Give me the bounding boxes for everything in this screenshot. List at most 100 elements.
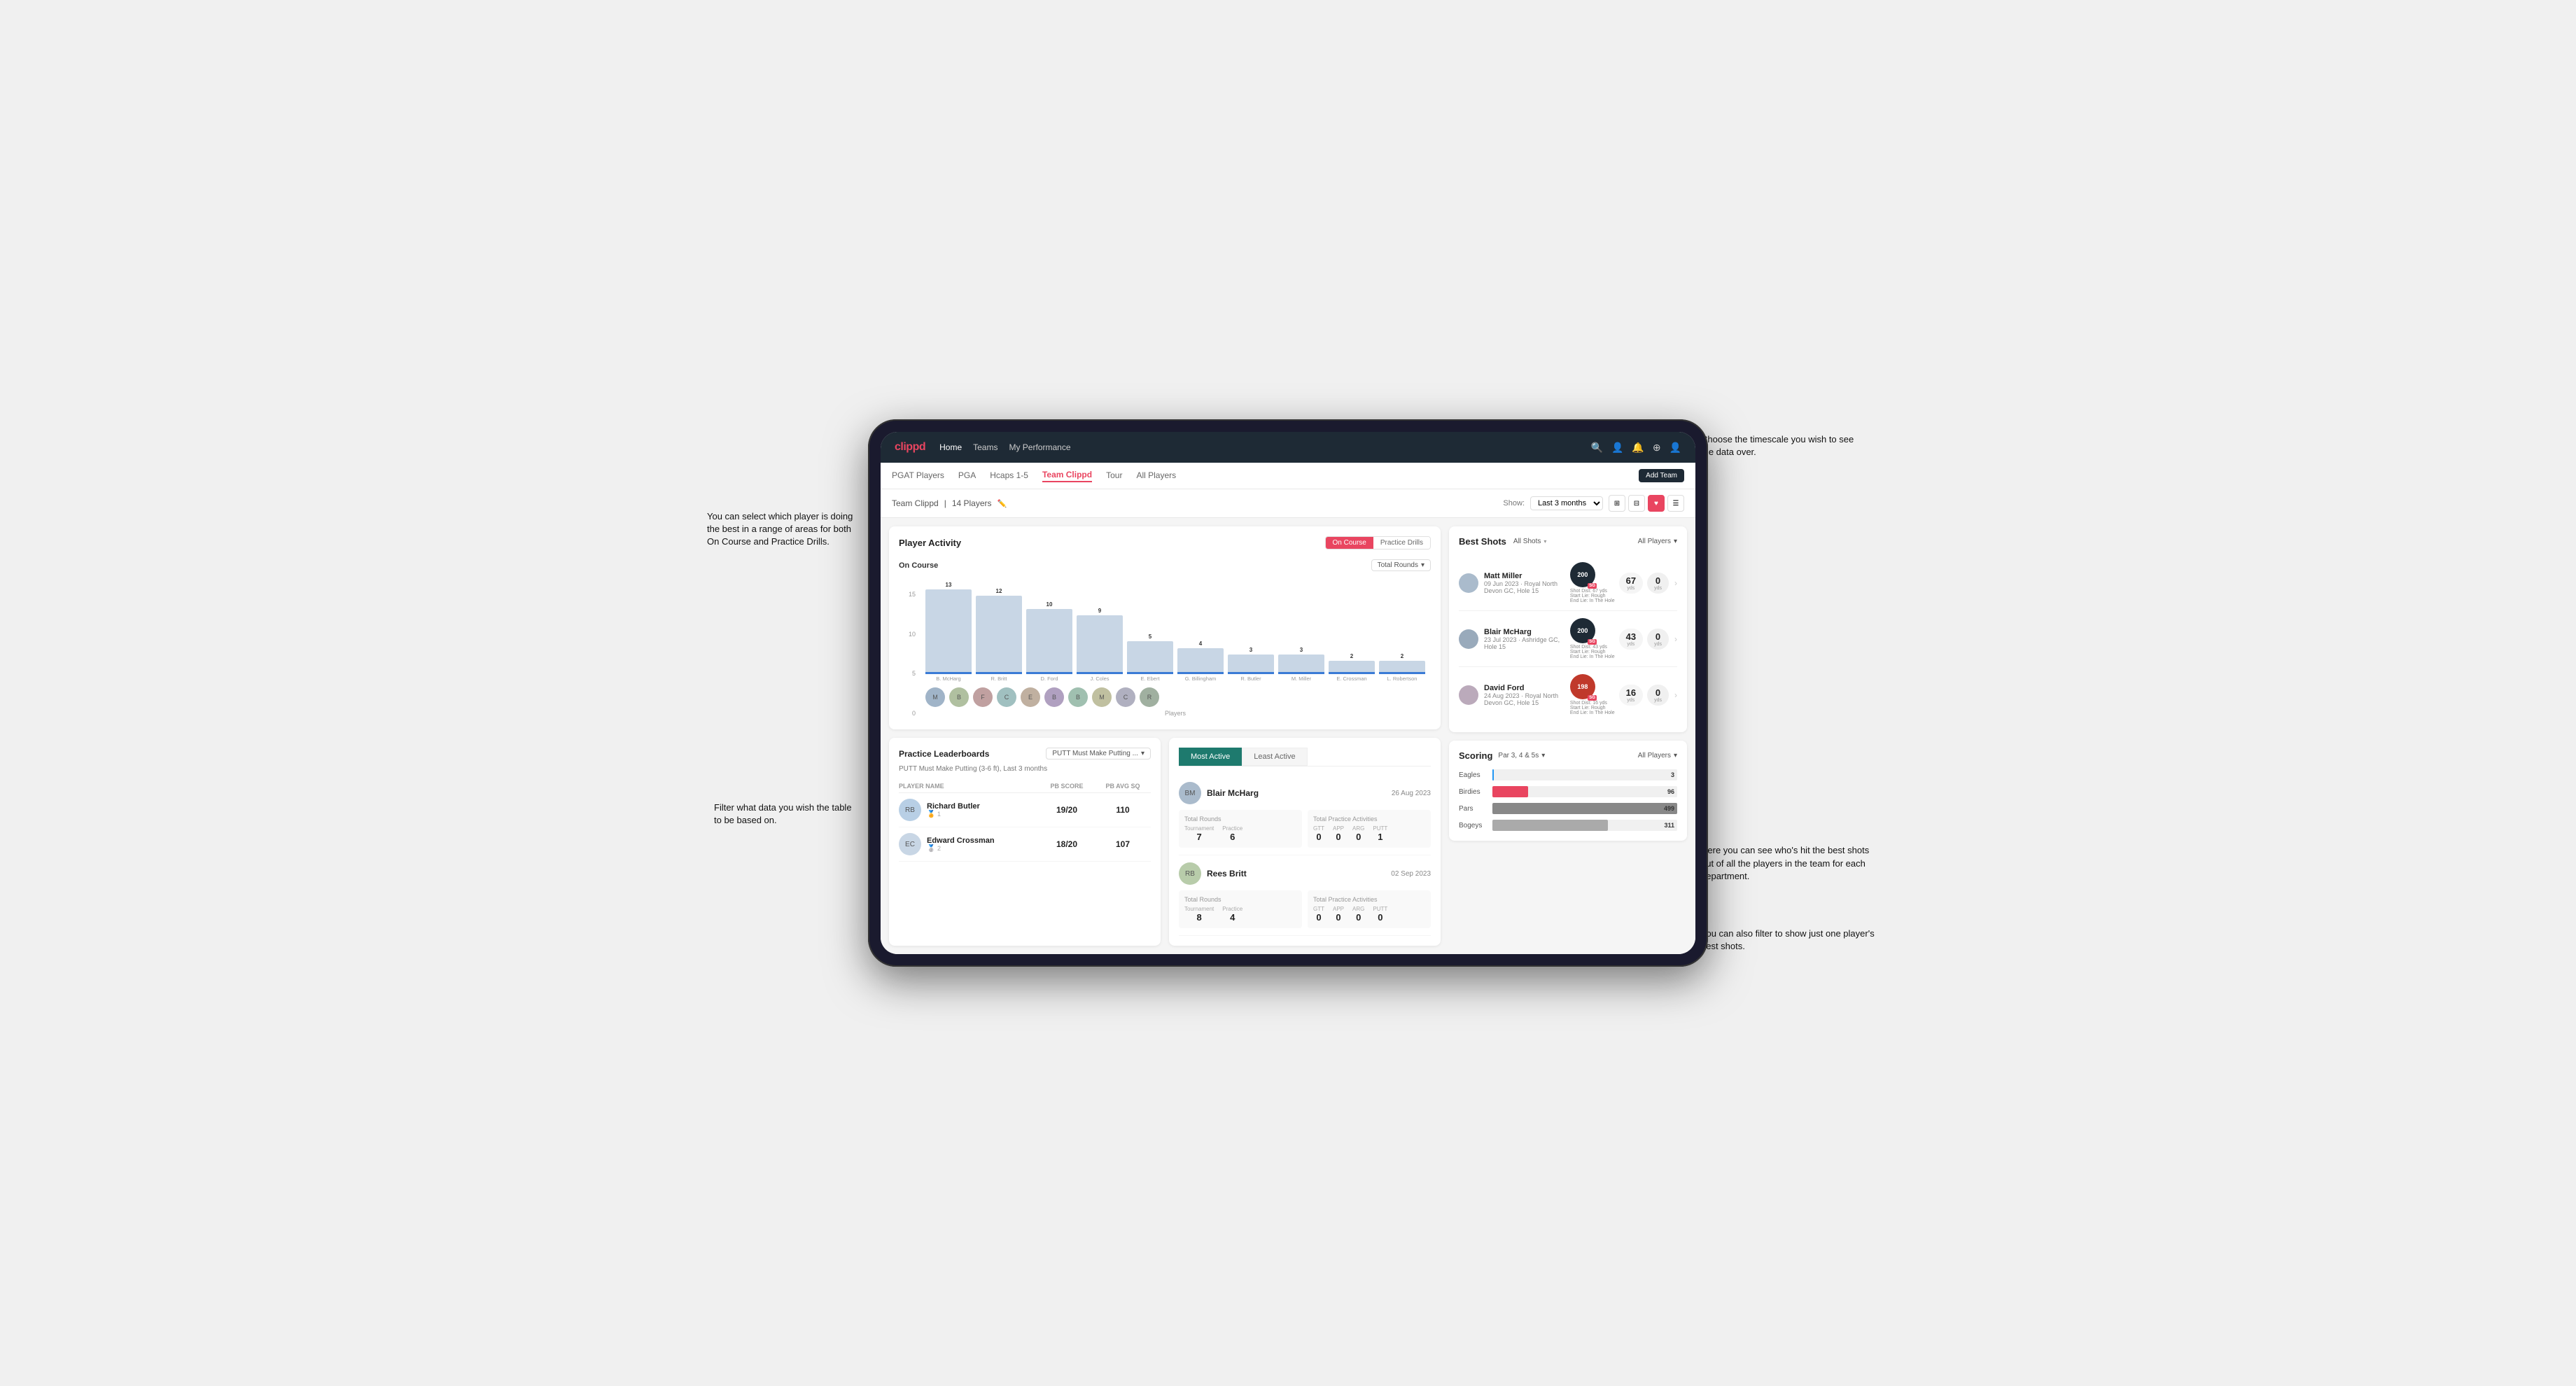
bar-fill-5[interactable] — [1177, 648, 1224, 674]
scoring-players-filter-btn[interactable]: All Players ▾ — [1638, 752, 1677, 760]
sub-nav: PGAT Players PGA Hcaps 1-5 Team Clippd T… — [881, 463, 1695, 489]
players-axis-label: Players — [920, 710, 1431, 717]
all-players-filter-btn[interactable]: All Players ▾ — [1638, 538, 1677, 545]
x-label-9: L. Robertson — [1379, 676, 1425, 682]
col-pb-avg-sq: PB AVG SQ — [1095, 783, 1151, 790]
annotation-filter: Filter what data you wish the table to b… — [714, 802, 861, 827]
tournament-value-1: 7 — [1184, 832, 1214, 842]
scoring-title: Scoring — [1459, 750, 1492, 761]
shot-entry-2[interactable]: Blair McHarg 23 Jul 2023 · Ashridge GC, … — [1459, 611, 1677, 667]
player-avg-1: 110 — [1095, 805, 1151, 815]
shot-entry-3[interactable]: David Ford 24 Aug 2023 · Royal North Dev… — [1459, 667, 1677, 722]
bar-fill-7[interactable] — [1278, 654, 1324, 674]
scoring-filter-btn[interactable]: Par 3, 4 & 5s ▾ — [1498, 752, 1545, 760]
bar-group-3: 9 — [1077, 608, 1123, 674]
team-header-right: Show: Last 3 months ⊞ ⊟ ♥ ☰ — [1503, 495, 1684, 512]
activity-entry-2: RB Rees Britt 02 Sep 2023 Total Rounds — [1179, 855, 1431, 936]
player-row-1[interactable]: RB Richard Butler 🏅 1 19/20 110 — [899, 793, 1151, 827]
add-team-button[interactable]: Add Team — [1639, 469, 1684, 482]
x-label-5: G. Billingham — [1177, 676, 1224, 682]
bar-fill-1[interactable] — [976, 596, 1022, 674]
list-view-btn[interactable]: ☰ — [1667, 495, 1684, 512]
annotation-player-filter: You can also filter to show just one pla… — [1701, 927, 1883, 953]
bar-group-7: 3 — [1278, 647, 1324, 674]
tab-pga[interactable]: PGA — [958, 470, 976, 482]
shot-player-detail-1: 09 Jun 2023 · Royal North Devon GC, Hole… — [1484, 580, 1564, 594]
heart-view-btn[interactable]: ♥ — [1648, 495, 1665, 512]
chevron-down-icon: ▾ — [1674, 538, 1677, 545]
bar-group-8: 2 — [1329, 653, 1375, 674]
arg-col-2: ARG 0 — [1352, 906, 1364, 923]
bar-fill-2[interactable] — [1026, 609, 1072, 674]
time-period-select[interactable]: Last 3 months — [1530, 496, 1603, 510]
practice-filter-btn[interactable]: PUTT Must Make Putting ... ▾ — [1046, 748, 1151, 760]
player-avatar-chart-4: E — [1021, 687, 1040, 707]
player-avatar-chart-0: M — [925, 687, 945, 707]
scoring-bars: Eagles3Birdies96Pars499Bogeys311 — [1459, 769, 1677, 831]
annotation-player-select: You can select which player is doing the… — [707, 510, 861, 549]
people-icon[interactable]: 👤 — [1611, 442, 1623, 454]
x-label-3: J. Coles — [1077, 676, 1123, 682]
edit-icon[interactable]: ✏️ — [997, 499, 1007, 508]
shot-player-name-1: Matt Miller — [1484, 572, 1564, 580]
scoring-bar-wrap-2: 499 — [1492, 803, 1677, 814]
player-rank-2: 🥈 2 — [927, 845, 995, 853]
putt-label-1: PUTT — [1373, 825, 1387, 832]
most-active-card: Most Active Least Active BM Blair McHarg… — [1169, 738, 1441, 946]
bar-fill-9[interactable] — [1379, 661, 1425, 674]
search-icon[interactable]: 🔍 — [1591, 442, 1603, 454]
scoring-bar-value-1: 96 — [1667, 788, 1674, 795]
grid4-view-btn[interactable]: ⊞ — [1609, 495, 1625, 512]
team-header: Team Clippd | 14 Players ✏️ Show: Last 3… — [881, 489, 1695, 518]
practice-activities-group-1: Total Practice Activities GTT 0 APP — [1308, 810, 1431, 848]
tournament-col-2: Tournament 8 — [1184, 906, 1214, 923]
tab-tour[interactable]: Tour — [1106, 470, 1122, 482]
gtt-label-2: GTT — [1313, 906, 1324, 912]
bar-fill-0[interactable] — [925, 589, 972, 674]
tab-hcaps[interactable]: Hcaps 1-5 — [990, 470, 1028, 482]
grid6-view-btn[interactable]: ⊟ — [1628, 495, 1645, 512]
shot-badge-label-2: SG — [1588, 639, 1597, 645]
shot-avatar-1 — [1459, 573, 1478, 593]
best-shots-header: Best Shots All Shots ▾ All Players ▾ — [1459, 536, 1677, 547]
bar-fill-3[interactable] — [1077, 615, 1123, 674]
tab-all-players[interactable]: All Players — [1136, 470, 1176, 482]
gtt-label-1: GTT — [1313, 825, 1324, 832]
player-row-2[interactable]: EC Edward Crossman 🥈 2 18/20 107 — [899, 827, 1151, 862]
activity-avatar-2: RB — [1179, 862, 1201, 885]
plus-circle-icon[interactable]: ⊕ — [1653, 442, 1661, 454]
nav-link-home[interactable]: Home — [939, 442, 962, 452]
nav-link-my-performance[interactable]: My Performance — [1009, 442, 1070, 452]
arg-value-1: 0 — [1352, 832, 1364, 842]
bar-fill-6[interactable] — [1228, 654, 1274, 674]
practice-drills-toggle[interactable]: Practice Drills — [1373, 537, 1430, 549]
app-col-1: APP 0 — [1333, 825, 1344, 842]
bar-fill-4[interactable] — [1127, 641, 1173, 674]
tab-pgat-players[interactable]: PGAT Players — [892, 470, 944, 482]
practice-leaderboards-card: Practice Leaderboards PUTT Must Make Put… — [889, 738, 1161, 946]
scoring-bar-wrap-1: 96 — [1492, 786, 1677, 797]
shot-stat-2a: 43 yds — [1619, 629, 1643, 650]
chevron-right-icon: › — [1674, 578, 1677, 588]
player-rank-1: 🏅 1 — [927, 811, 980, 818]
shot-player-detail-3: 24 Aug 2023 · Royal North Devon GC, Hole… — [1484, 692, 1564, 706]
on-course-toggle[interactable]: On Course — [1326, 537, 1373, 549]
bar-value-4: 5 — [1149, 634, 1152, 640]
nav-link-teams[interactable]: Teams — [973, 442, 997, 452]
shot-entry-1[interactable]: Matt Miller 09 Jun 2023 · Royal North De… — [1459, 555, 1677, 611]
tab-team-clippd[interactable]: Team Clippd — [1042, 470, 1092, 482]
player-avatar-chart-5: B — [1044, 687, 1064, 707]
user-avatar-icon[interactable]: 👤 — [1670, 442, 1681, 454]
practice-activities-label-1: Total Practice Activities — [1313, 816, 1425, 822]
shots-filter-btn[interactable]: All Shots ▾ — [1513, 538, 1546, 545]
least-active-tab[interactable]: Least Active — [1242, 748, 1307, 766]
bell-icon[interactable]: 🔔 — [1632, 442, 1644, 454]
activity-stats-row-2: Total Rounds Tournament 8 Practice — [1179, 890, 1431, 928]
bar-fill-8[interactable] — [1329, 661, 1375, 674]
show-label: Show: — [1503, 499, 1525, 507]
practice-label-2: Practice — [1222, 906, 1242, 912]
most-active-tab[interactable]: Most Active — [1179, 748, 1242, 766]
player-avatar-chart-3: C — [997, 687, 1016, 707]
total-rounds-values-1: Tournament 7 Practice 6 — [1184, 825, 1296, 842]
x-label-2: D. Ford — [1026, 676, 1072, 682]
